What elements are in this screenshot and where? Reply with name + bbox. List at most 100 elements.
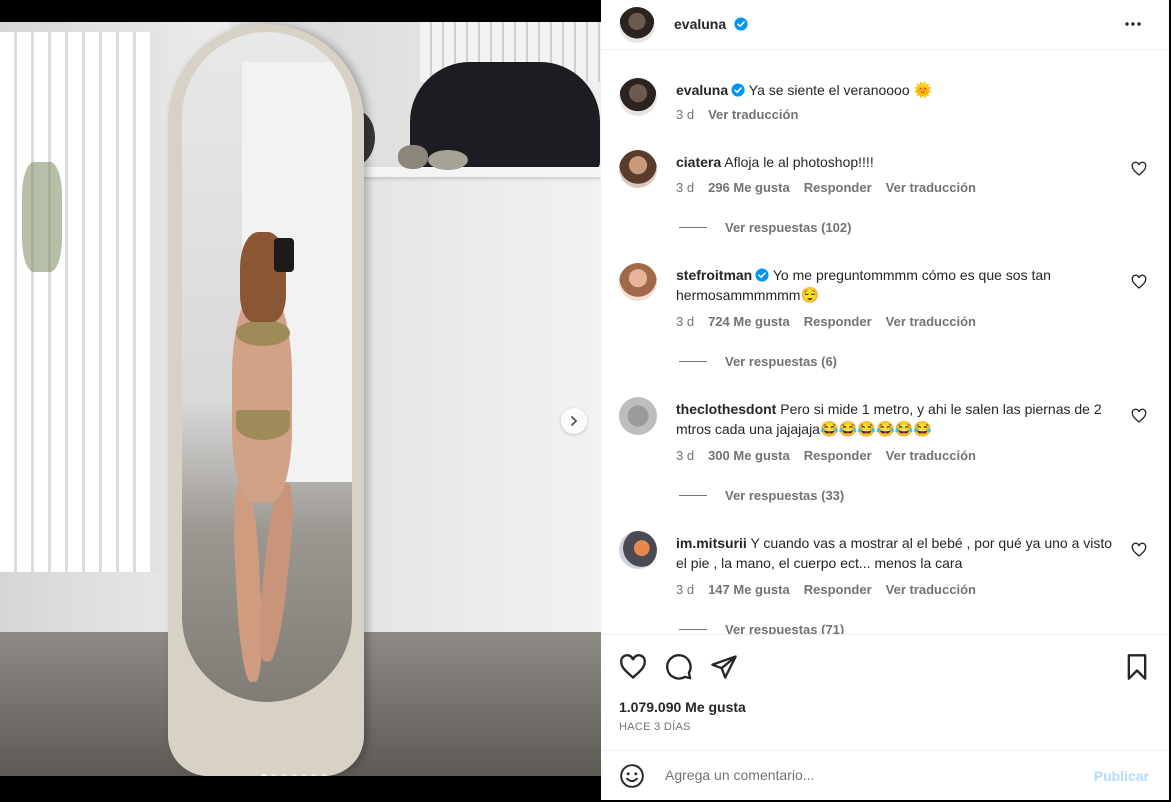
translate-link[interactable]: Ver traducción	[886, 448, 976, 463]
photo-plant	[22, 162, 62, 272]
comment-icon[interactable]	[665, 653, 693, 681]
commenter-avatar[interactable]	[619, 531, 657, 569]
carousel-next-button[interactable]	[561, 408, 587, 434]
post-side-panel: evaluna evaluna Ya se siente el veranooo…	[601, 0, 1169, 800]
comment-likes[interactable]: 300 Me gusta	[708, 448, 790, 463]
chevron-right-icon	[571, 416, 578, 426]
publish-button[interactable]: Publicar	[1094, 768, 1149, 784]
comment-meta: 3 d 300 Me gusta Responder Ver traducció…	[676, 448, 976, 463]
carousel-dot[interactable]	[311, 774, 317, 776]
photo-window	[0, 32, 160, 572]
reply-link[interactable]: Responder	[804, 314, 872, 329]
photo-blinds	[0, 32, 150, 572]
replies-divider	[679, 495, 707, 496]
translate-link[interactable]: Ver traducción	[886, 582, 976, 597]
comment-likes[interactable]: 296 Me gusta	[708, 180, 790, 195]
reply-link[interactable]: Responder	[804, 180, 872, 195]
carousel-dot[interactable]	[321, 774, 327, 776]
comment-time: 3 d	[676, 448, 695, 463]
person-phone	[274, 238, 294, 272]
comment-meta: 3 d 147 Me gusta Responder Ver traducció…	[676, 582, 976, 597]
emoji-icon[interactable]	[619, 763, 645, 789]
author-username[interactable]: evaluna	[674, 16, 726, 32]
photo-person	[202, 232, 312, 692]
comment-likes[interactable]: 147 Me gusta	[708, 582, 790, 597]
author-name-wrap: evaluna	[674, 16, 748, 34]
heart-icon[interactable]	[1131, 161, 1147, 177]
share-icon[interactable]	[710, 653, 738, 681]
caption-time: 3 d	[676, 107, 695, 122]
photo-stone	[398, 145, 428, 169]
view-replies-button[interactable]: Ver respuestas (6)	[679, 354, 837, 369]
comments-list[interactable]: evaluna Ya se siente el veranoooo 🌞 3 d …	[601, 50, 1169, 634]
bookmark-icon[interactable]	[1123, 653, 1151, 681]
comment-username[interactable]: stefroitman	[676, 267, 752, 283]
carousel-dot[interactable]	[291, 774, 297, 776]
comment-username[interactable]: ciatera	[676, 154, 721, 170]
post-actions: 1.079.090 Me gusta HACE 3 DÍAS Publicar	[601, 634, 1169, 801]
comment-text: im.mitsurii Y cuando vas a mostrar al el…	[676, 533, 1116, 573]
person-leg	[254, 481, 298, 663]
view-replies-label: Ver respuestas (33)	[725, 488, 845, 503]
author-avatar[interactable]	[619, 78, 657, 116]
likes-count[interactable]: 1.079.090 Me gusta	[619, 699, 746, 715]
caption-body: Ya se siente el veranoooo	[748, 82, 910, 98]
view-replies-button[interactable]: Ver respuestas (102)	[679, 220, 851, 235]
comment-time: 3 d	[676, 314, 695, 329]
photo-mirror	[182, 32, 352, 702]
caption-meta: 3 d Ver traducción	[676, 107, 798, 122]
caption-username[interactable]: evaluna	[676, 82, 728, 98]
carousel-dot[interactable]	[281, 774, 287, 776]
heart-icon[interactable]	[1131, 542, 1147, 558]
author-avatar[interactable]	[619, 7, 655, 43]
comment-text: ciatera Afloja le al photoshop!!!!	[676, 152, 1116, 172]
view-replies-label: Ver respuestas (102)	[725, 220, 852, 235]
photo-shelf	[340, 167, 601, 177]
comment-input[interactable]	[663, 766, 1067, 784]
caption-translate-link[interactable]: Ver traducción	[708, 107, 798, 122]
comment-likes[interactable]: 724 Me gusta	[708, 314, 790, 329]
carousel-dot[interactable]	[271, 774, 277, 776]
heart-icon[interactable]	[1131, 274, 1147, 290]
view-replies-label: Ver respuestas (71)	[725, 622, 845, 634]
comment-item: stefroitman Yo me preguntommmm cómo es q…	[601, 263, 1169, 403]
replies-divider	[679, 629, 707, 630]
comment-emoji: 😌	[800, 287, 820, 304]
more-options-icon[interactable]	[1123, 14, 1143, 34]
replies-divider	[679, 227, 707, 228]
view-replies-label: Ver respuestas (6)	[725, 354, 838, 369]
heart-icon[interactable]	[1131, 408, 1147, 424]
sun-emoji: 🌞	[913, 82, 933, 99]
replies-divider	[679, 361, 707, 362]
verified-icon	[755, 268, 769, 282]
comment-meta: 3 d 724 Me gusta Responder Ver traducció…	[676, 314, 976, 329]
comment-username[interactable]: theclothesdont	[676, 401, 776, 417]
comment-body: Afloja le al photoshop!!!!	[724, 154, 874, 170]
comment-text: stefroitman Yo me preguntommmm cómo es q…	[676, 265, 1116, 306]
translate-link[interactable]: Ver traducción	[886, 314, 976, 329]
photo-stone	[428, 150, 468, 170]
carousel-dots	[261, 774, 327, 776]
view-replies-button[interactable]: Ver respuestas (71)	[679, 622, 844, 634]
add-comment-bar: Publicar	[601, 750, 1169, 802]
commenter-avatar[interactable]	[619, 263, 657, 301]
comment-emoji: 😂😂😂😂😂😂	[819, 421, 933, 438]
commenter-avatar[interactable]	[619, 150, 657, 188]
comment-item: theclothesdont Pero si mide 1 metro, y a…	[601, 397, 1169, 537]
comment-time: 3 d	[676, 180, 695, 195]
view-replies-button[interactable]: Ver respuestas (33)	[679, 488, 844, 503]
translate-link[interactable]: Ver traducción	[886, 180, 976, 195]
reply-link[interactable]: Responder	[804, 448, 872, 463]
carousel-dot[interactable]	[301, 774, 307, 776]
post-photo[interactable]	[0, 22, 601, 776]
person-bikini-top	[236, 320, 290, 346]
carousel-dot[interactable]	[261, 774, 267, 776]
reply-link[interactable]: Responder	[804, 582, 872, 597]
post-timestamp: HACE 3 DÍAS	[619, 721, 691, 733]
heart-icon[interactable]	[619, 653, 647, 681]
comment-text: theclothesdont Pero si mide 1 metro, y a…	[676, 399, 1116, 440]
comment-time: 3 d	[676, 582, 695, 597]
comment-username[interactable]: im.mitsurii	[676, 535, 747, 551]
comment-meta: 3 d 296 Me gusta Responder Ver traducció…	[676, 180, 976, 195]
commenter-avatar[interactable]	[619, 397, 657, 435]
